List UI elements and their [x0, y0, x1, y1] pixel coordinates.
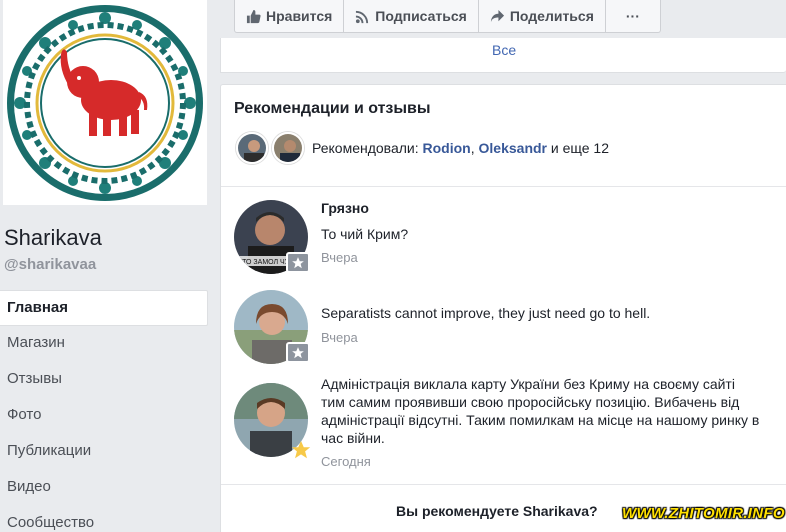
avatar[interactable]	[236, 132, 268, 164]
elephant-mandala-icon	[7, 5, 203, 201]
rss-icon	[356, 10, 369, 23]
share-arrow-icon	[490, 9, 504, 22]
recommender-avatars	[236, 132, 304, 164]
nav-item-shop[interactable]: Магазин	[0, 326, 208, 362]
avatar[interactable]	[272, 132, 304, 164]
like-label: Нравится	[266, 8, 333, 24]
top-card: Все	[220, 38, 786, 73]
star-icon	[292, 256, 304, 268]
share-label: Поделиться	[509, 8, 594, 24]
nav-item-reviews[interactable]: Отзывы	[0, 362, 208, 398]
page-logo[interactable]	[3, 0, 207, 205]
thumbs-up-icon	[246, 9, 261, 23]
recommender-link[interactable]: Oleksandr	[479, 140, 547, 156]
recommender-link[interactable]: Rodion	[423, 140, 471, 156]
divider	[221, 186, 786, 187]
subscribe-label: Подписаться	[375, 8, 467, 24]
subscribe-button[interactable]: Подписаться	[344, 0, 479, 32]
review-text: Separatists cannot improve, they just ne…	[321, 305, 651, 321]
divider	[221, 484, 786, 485]
review-item: КТО ЗАМОЛ ЧУ ГАНДЗ Грязно То чий Крим? В…	[234, 200, 774, 276]
page-name[interactable]: Sharikava	[4, 225, 102, 251]
review-item: Адміністрація виклала карту України без …	[234, 375, 774, 475]
page-action-bar: Нравится Подписаться Поделиться ···	[234, 0, 661, 33]
reviews-card: Рекомендации и отзывы Рекомендовали: Rod…	[220, 84, 786, 532]
review-badge	[286, 252, 310, 273]
more-button[interactable]: ···	[606, 0, 660, 32]
recommended-more[interactable]: и еще 12	[547, 140, 609, 156]
gold-star-icon	[291, 440, 311, 458]
page-nav: Главная Магазин Отзывы Фото Публикации В…	[0, 290, 208, 532]
review-badge	[289, 439, 313, 460]
separator: ,	[470, 140, 479, 156]
nav-item-photos[interactable]: Фото	[0, 398, 208, 434]
review-time[interactable]: Сегодня	[321, 454, 761, 469]
page-handle: @sharikavaa	[4, 256, 97, 273]
review-text: То чий Крим?	[321, 226, 409, 242]
review-body: Separatists cannot improve, they just ne…	[321, 304, 761, 345]
watermark: WWW.ZHITOMIR.INFO	[622, 505, 785, 522]
left-column: Sharikava @sharikavaa Главная Магазин От…	[0, 0, 220, 532]
nav-item-videos[interactable]: Видео	[0, 470, 208, 506]
nav-item-community[interactable]: Сообщество	[0, 506, 208, 532]
more-icon: ···	[625, 8, 640, 24]
review-author[interactable]: Грязно	[321, 200, 761, 218]
review-body: Адміністрація виклала карту України без …	[321, 375, 761, 469]
reviews-title[interactable]: Рекомендации и отзывы	[234, 100, 431, 118]
review-time[interactable]: Вчера	[321, 250, 761, 265]
review-badge	[286, 342, 310, 363]
review-body: Грязно То чий Крим? Вчера	[321, 200, 761, 265]
like-button[interactable]: Нравится	[235, 0, 345, 32]
recommenders-text: Рекомендовали: Rodion, Oleksandr и еще 1…	[312, 140, 609, 156]
nav-item-posts[interactable]: Публикации	[0, 434, 208, 470]
recommend-question: Вы рекомендуете Sharikava?	[396, 503, 598, 519]
share-button[interactable]: Поделиться	[479, 0, 606, 32]
recommended-prefix: Рекомендовали:	[312, 140, 423, 156]
recommenders-row: Рекомендовали: Rodion, Oleksandr и еще 1…	[236, 132, 609, 164]
review-time[interactable]: Вчера	[321, 330, 761, 345]
see-all-link[interactable]: Все	[492, 42, 516, 58]
review-text: Адміністрація виклала карту України без …	[321, 376, 760, 446]
nav-item-home[interactable]: Главная	[0, 290, 208, 326]
star-icon	[292, 346, 304, 358]
review-item: Separatists cannot improve, they just ne…	[234, 290, 774, 366]
